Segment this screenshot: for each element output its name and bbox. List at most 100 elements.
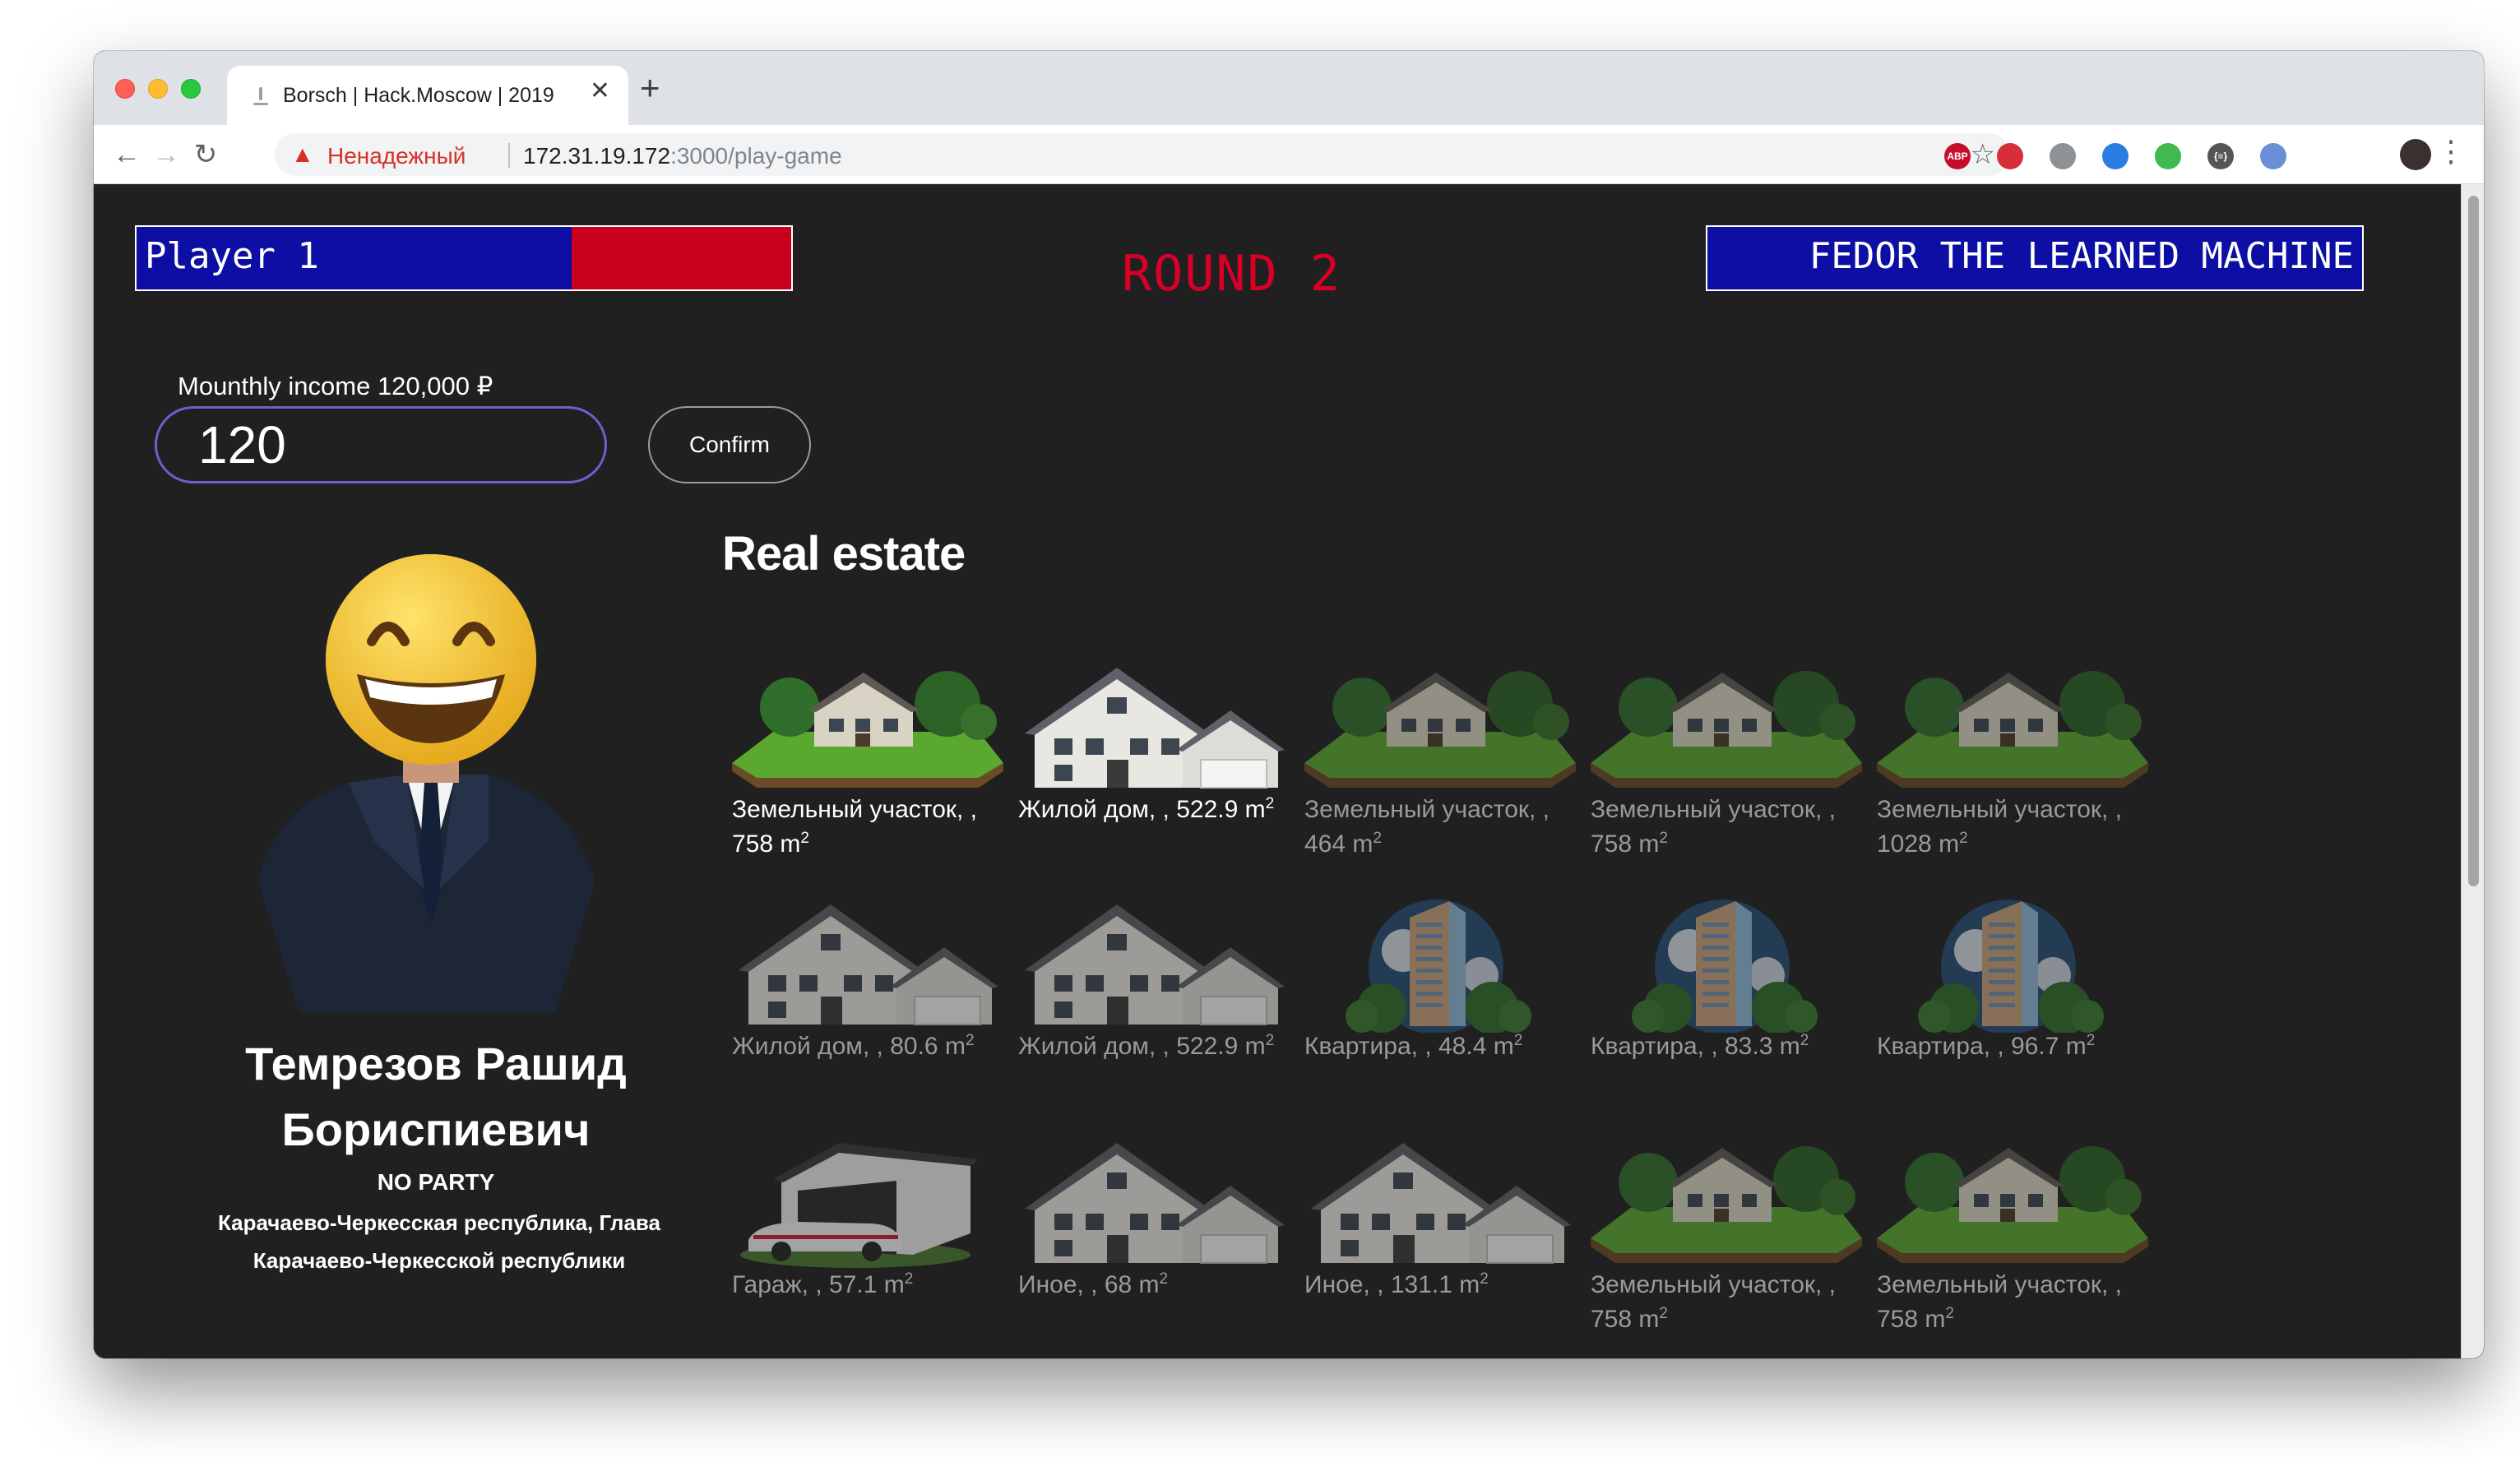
- house-image: [1018, 893, 1290, 1033]
- json-viewer-icon[interactable]: {≡}: [2207, 143, 2234, 169]
- browser-toolbar: ← → ↻ ▲ Ненадежный 172.31.19.172:3000/pl…: [94, 125, 2484, 184]
- house-image: [732, 893, 1003, 1033]
- land-image: [1877, 656, 2148, 796]
- ext-blue-icon[interactable]: [2102, 143, 2129, 169]
- property-caption: Гараж, , 57.1 m2: [732, 1268, 1003, 1302]
- scrollbar-thumb[interactable]: [2468, 196, 2479, 886]
- property-caption-sup: 2: [1265, 795, 1275, 812]
- menu-kebab-icon[interactable]: ⋮: [2436, 136, 2466, 166]
- property-card[interactable]: Жилой дом, , 522.9 m2: [1018, 893, 1290, 1064]
- land-image: [1304, 656, 1576, 796]
- player2-health-bar: FEDOR THE LEARNED MACHINE: [1706, 225, 2364, 291]
- new-tab-button[interactable]: +: [640, 71, 660, 105]
- property-caption-text: Земельный участок, , 758 m: [732, 796, 978, 858]
- property-caption-sup: 2: [1480, 1270, 1489, 1288]
- property-caption-text: Земельный участок, , 758 m: [1591, 796, 1837, 858]
- maximize-window-button[interactable]: [181, 79, 201, 99]
- tab-title: Borsch | Hack.Moscow | 2019: [283, 84, 554, 107]
- property-caption-text: Квартира, , 96.7 m: [1877, 1033, 2087, 1060]
- property-card[interactable]: Земельный участок, , 758 m2: [1877, 1131, 2148, 1337]
- round-label: ROUND 2: [1122, 245, 1341, 303]
- address-bar[interactable]: ▲ Ненадежный 172.31.19.172:3000/play-gam…: [275, 133, 2010, 176]
- house-image: [1018, 1131, 1290, 1271]
- player2-name: FEDOR THE LEARNED MACHINE: [1809, 235, 2354, 277]
- property-caption: Земельный участок, , 758 m2: [1877, 1268, 2148, 1337]
- property-caption-sup: 2: [1659, 830, 1668, 847]
- politician-avatar: [242, 536, 620, 1013]
- property-caption: Жилой дом, , 522.9 m2: [1018, 793, 1290, 827]
- politician-name: Темрезов Рашид Бориспиевич: [245, 1038, 627, 1155]
- player1-health-bar: Player 1: [135, 225, 793, 291]
- property-card[interactable]: Земельный участок, , 464 m2: [1304, 656, 1576, 862]
- property-card[interactable]: Иное, , 68 m2: [1018, 1131, 1290, 1302]
- url-host: 172.31.19.172: [523, 143, 671, 169]
- globe-icon[interactable]: [2050, 143, 2076, 169]
- confirm-button[interactable]: Confirm: [648, 406, 811, 483]
- adblock-plus-icon[interactable]: ABP: [1944, 143, 1971, 169]
- property-caption: Земельный участок, , 1028 m2: [1877, 793, 2148, 862]
- tab-bar: Borsch | Hack.Moscow | 2019 ✕ +: [94, 51, 2484, 125]
- income-input[interactable]: [155, 406, 607, 483]
- property-caption-sup: 2: [965, 1032, 975, 1049]
- property-caption: Квартира, , 96.7 m2: [1877, 1029, 2148, 1064]
- property-card[interactable]: Земельный участок, , 1028 m2: [1877, 656, 2148, 862]
- property-card[interactable]: Квартира, , 83.3 m2: [1591, 893, 1862, 1064]
- property-card[interactable]: Земельный участок, , 758 m2: [732, 656, 1003, 862]
- ext-compass-icon[interactable]: [2260, 143, 2286, 169]
- property-card[interactable]: Иное, , 131.1 m2: [1304, 1131, 1576, 1302]
- property-caption-text: Земельный участок, , 758 m: [1591, 1271, 1837, 1333]
- land-image: [732, 656, 1003, 796]
- back-arrow-icon[interactable]: ←: [109, 136, 145, 173]
- browser-tab[interactable]: Borsch | Hack.Moscow | 2019 ✕: [227, 66, 628, 125]
- property-caption-sup: 2: [1945, 1305, 1954, 1322]
- property-card[interactable]: Квартира, , 96.7 m2: [1877, 893, 2148, 1064]
- browser-window: Borsch | Hack.Moscow | 2019 ✕ + ← → ↻ ▲ …: [94, 51, 2484, 1358]
- property-card[interactable]: Жилой дом, , 522.9 m2: [1018, 656, 1290, 827]
- property-caption-sup: 2: [1959, 830, 1968, 847]
- property-caption-sup: 2: [1265, 1032, 1275, 1049]
- politician-position: Карачаево-Черкесская республика, Глава К…: [217, 1210, 661, 1273]
- property-card[interactable]: Земельный участок, , 758 m2: [1591, 656, 1862, 862]
- property-caption-sup: 2: [800, 830, 809, 847]
- property-caption-text: Земельный участок, , 464 m: [1304, 796, 1550, 858]
- property-caption-text: Иное, , 68 m: [1018, 1271, 1160, 1298]
- property-caption: Иное, , 131.1 m2: [1304, 1268, 1576, 1302]
- property-caption-text: Квартира, , 83.3 m: [1591, 1033, 1800, 1060]
- profile-avatar[interactable]: [2400, 139, 2431, 170]
- property-caption: Иное, , 68 m2: [1018, 1268, 1290, 1302]
- minimize-window-button[interactable]: [148, 79, 168, 99]
- land-image: [1591, 1131, 1862, 1271]
- player1-name: Player 1: [145, 235, 319, 277]
- tab-close-icon[interactable]: ✕: [590, 79, 610, 104]
- property-caption-text: Иное, , 131.1 m: [1304, 1271, 1480, 1298]
- property-caption-sup: 2: [1659, 1305, 1668, 1322]
- property-caption-text: Земельный участок, , 758 m: [1877, 1271, 2123, 1333]
- close-window-button[interactable]: [115, 79, 135, 99]
- property-caption-text: Квартира, , 48.4 m: [1304, 1033, 1514, 1060]
- not-secure-label: Ненадежный: [327, 143, 466, 169]
- page-favicon-icon: [250, 86, 271, 105]
- ext-green-icon[interactable]: [2155, 143, 2181, 169]
- reload-icon[interactable]: ↻: [188, 136, 224, 173]
- property-card[interactable]: Земельный участок, , 758 m2: [1591, 1131, 1862, 1337]
- property-caption: Земельный участок, , 758 m2: [1591, 1268, 1862, 1337]
- tower-image: [1591, 893, 1862, 1033]
- property-caption: Земельный участок, , 758 m2: [732, 793, 1003, 862]
- game-page: Player 1 ROUND 2 FEDOR THE LEARNED MACHI…: [94, 184, 2484, 1358]
- property-card[interactable]: Гараж, , 57.1 m2: [732, 1131, 1003, 1302]
- property-caption: Жилой дом, , 522.9 m2: [1018, 1029, 1290, 1064]
- garage-image: [732, 1131, 1003, 1271]
- url-text: 172.31.19.172:3000/play-game: [523, 143, 842, 169]
- warning-icon: ▲: [291, 141, 314, 167]
- bookmark-star-icon[interactable]: ☆: [1971, 138, 1995, 171]
- property-card[interactable]: Квартира, , 48.4 m2: [1304, 893, 1576, 1064]
- property-caption: Земельный участок, , 758 m2: [1591, 793, 1862, 862]
- property-caption-text: Жилой дом, , 522.9 m: [1018, 1033, 1266, 1060]
- forward-arrow-icon[interactable]: →: [148, 136, 184, 173]
- income-label: Mounthly income 120,000 ₽: [178, 372, 493, 400]
- page-scrollbar[interactable]: [2461, 184, 2484, 1358]
- property-caption-sup: 2: [1373, 830, 1382, 847]
- ext-red-icon[interactable]: [1997, 143, 2023, 169]
- property-card[interactable]: Жилой дом, , 80.6 m2: [732, 893, 1003, 1064]
- property-caption-text: Жилой дом, , 80.6 m: [732, 1033, 966, 1060]
